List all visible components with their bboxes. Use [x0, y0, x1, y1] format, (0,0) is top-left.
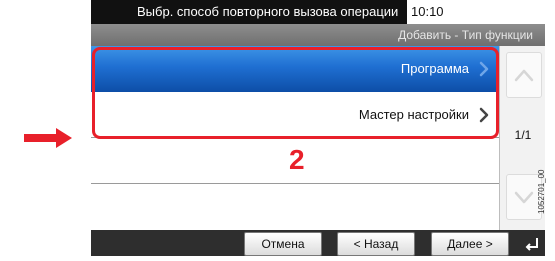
- footer-bar: Отмена < Назад Далее >: [91, 230, 545, 256]
- breadcrumb: Добавить - Тип функции: [398, 28, 533, 42]
- subheader: Добавить - Тип функции: [91, 24, 545, 46]
- step-number: 2: [289, 144, 305, 175]
- status-bar: Выбр. способ повторного вызова операции …: [91, 0, 545, 24]
- scroll-up-button[interactable]: [506, 52, 542, 98]
- red-arrow-icon: [24, 128, 72, 148]
- clock: 10:10: [411, 4, 444, 19]
- page-indicator: 1/1: [514, 128, 532, 142]
- list-item-empty: [91, 184, 499, 230]
- chevron-down-icon: [514, 191, 534, 204]
- screen-title: Выбр. способ повторного вызова операции: [91, 0, 407, 24]
- next-button[interactable]: Далее >: [431, 232, 509, 256]
- back-button[interactable]: < Назад: [337, 232, 415, 256]
- highlight-frame: [92, 47, 499, 139]
- figure-reference: 1052701_00: [537, 169, 546, 215]
- cancel-button[interactable]: Отмена: [244, 232, 322, 256]
- enter-icon: [525, 238, 538, 251]
- chevron-up-icon: [514, 69, 534, 82]
